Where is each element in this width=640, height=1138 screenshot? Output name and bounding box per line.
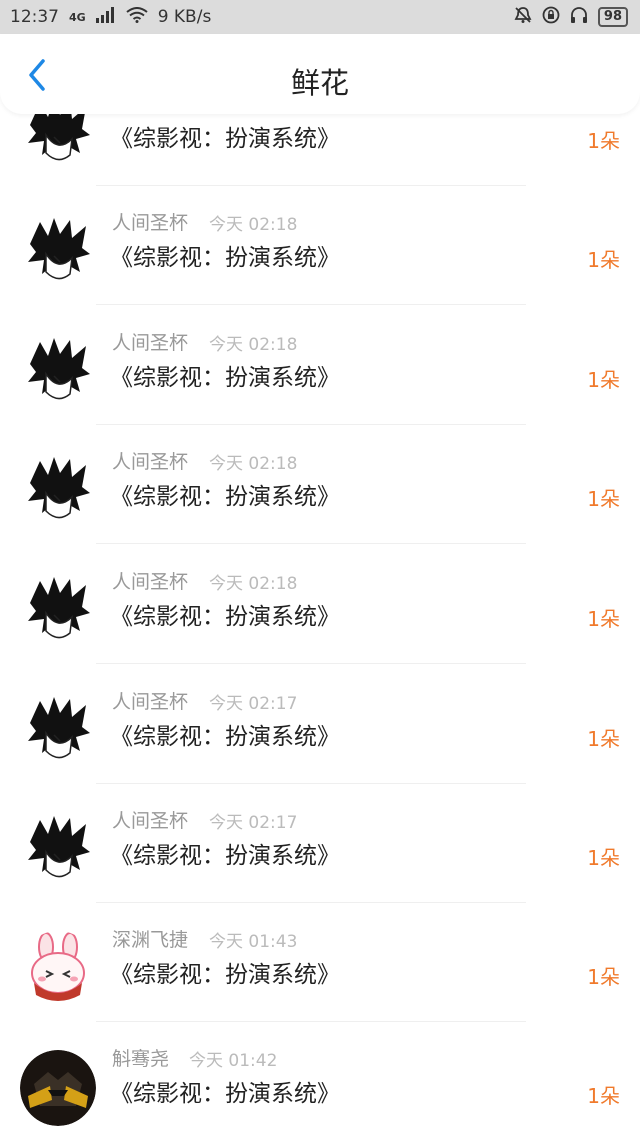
list-item[interactable]: 人间圣杯 今天 02:17 《综影视：扮演系统》 1朵 <box>0 784 640 904</box>
timestamp: 今天 01:42 <box>189 1051 278 1071</box>
book-title: 《综影视：扮演系统》 <box>110 126 340 152</box>
flower-count: 1朵 <box>587 965 620 989</box>
timestamp: 今天 02:18 <box>209 335 298 355</box>
flower-count: 1朵 <box>587 487 620 511</box>
flower-count: 1朵 <box>587 607 620 631</box>
timestamp: 今天 02:18 <box>209 454 298 474</box>
timestamp: 今天 02:17 <box>209 813 298 833</box>
book-title: 《综影视：扮演系统》 <box>110 724 340 750</box>
book-title: 《综影视：扮演系统》 <box>110 245 340 271</box>
list-item[interactable]: 人间圣杯 今天 02:18 《综影视：扮演系统》 1朵 <box>0 186 640 306</box>
avatar[interactable] <box>20 453 96 529</box>
list-item[interactable]: 人间圣杯 今天 02:18 《综影视：扮演系统》 1朵 <box>0 306 640 426</box>
avatar[interactable] <box>20 214 96 290</box>
user-name[interactable]: 人间圣杯 <box>112 567 188 594</box>
timestamp: 今天 01:43 <box>209 932 298 952</box>
timestamp: 今天 02:17 <box>209 694 298 714</box>
book-title: 《综影视：扮演系统》 <box>110 484 340 510</box>
list-item[interactable]: 深渊飞捷 今天 01:43 《综影视：扮演系统》 1朵 <box>0 903 640 1023</box>
user-name[interactable]: 深渊飞捷 <box>112 925 188 952</box>
book-title: 《综影视：扮演系统》 <box>110 843 340 869</box>
avatar[interactable] <box>20 812 96 888</box>
book-title: 《综影视：扮演系统》 <box>110 365 340 391</box>
list-item[interactable]: 人间圣杯 今天 02:18 《综影视：扮演系统》 1朵 <box>0 545 640 665</box>
flower-count: 1朵 <box>587 368 620 392</box>
user-name[interactable]: 人间圣杯 <box>112 328 188 355</box>
avatar[interactable] <box>20 334 96 410</box>
user-name[interactable]: 人间圣杯 <box>112 687 188 714</box>
avatar[interactable] <box>20 573 96 649</box>
book-title: 《综影视：扮演系统》 <box>110 962 340 988</box>
avatar[interactable] <box>20 931 96 1007</box>
app-header: 鲜花 <box>0 34 640 114</box>
user-name[interactable]: 人间圣杯 <box>112 447 188 474</box>
book-title: 《综影视：扮演系统》 <box>110 1081 340 1107</box>
user-name[interactable]: 人间圣杯 <box>112 806 188 833</box>
flower-count: 1朵 <box>587 129 620 153</box>
flower-count: 1朵 <box>587 248 620 272</box>
page-title: 鲜花 <box>290 66 349 100</box>
row-divider <box>96 663 526 664</box>
user-name[interactable]: 斛骞尧 <box>112 1044 169 1071</box>
avatar[interactable] <box>20 1050 96 1126</box>
list-item[interactable]: 人间圣杯 今天 02:18 《综影视：扮演系统》 1朵 <box>0 425 640 545</box>
row-divider <box>96 543 526 544</box>
timestamp: 今天 02:18 <box>209 215 298 235</box>
flower-count: 1朵 <box>587 727 620 751</box>
flower-list[interactable]: 《综影视：扮演系统》 1朵 人间圣杯 今天 02:18 《综影视：扮演系统》 1… <box>0 0 640 1138</box>
row-divider <box>96 304 526 305</box>
timestamp: 今天 02:18 <box>209 574 298 594</box>
flower-count: 1朵 <box>587 846 620 870</box>
book-title: 《综影视：扮演系统》 <box>110 604 340 630</box>
list-item[interactable]: 斛骞尧 今天 01:42 《综影视：扮演系统》 1朵 <box>0 1022 640 1138</box>
user-name[interactable]: 人间圣杯 <box>112 208 188 235</box>
avatar[interactable] <box>20 693 96 769</box>
flower-count: 1朵 <box>587 1084 620 1108</box>
list-item[interactable]: 人间圣杯 今天 02:17 《综影视：扮演系统》 1朵 <box>0 665 640 785</box>
